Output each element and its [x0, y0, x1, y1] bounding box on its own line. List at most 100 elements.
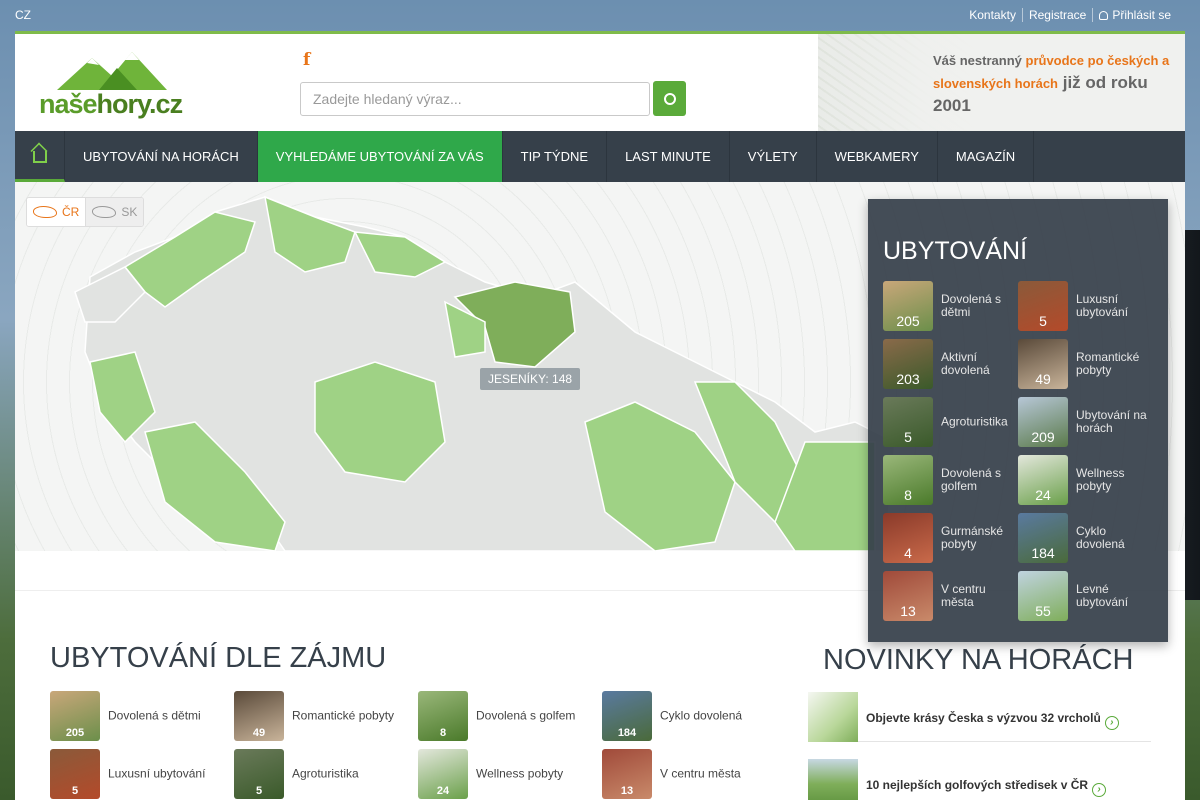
category-count: 49 [252, 727, 266, 739]
category-thumbnail: 184 [602, 691, 652, 741]
panel-category-card[interactable]: 8 Dovolená s golfem [883, 455, 1013, 505]
panel-category-card[interactable]: 24 Wellness pobyty [1018, 455, 1148, 505]
panel-category-card[interactable]: 4 Gurmánské pobyty [883, 513, 1013, 563]
category-count: 55 [1035, 603, 1051, 619]
panel-category-card[interactable]: 49 Romantické pobyty [1018, 339, 1148, 389]
facebook-icon[interactable]: f [303, 50, 310, 70]
panel-category-card[interactable]: 5 Agroturistika [883, 397, 1013, 447]
category-thumbnail: 13 [883, 571, 933, 621]
nav-last-minute[interactable]: LAST MINUTE [607, 131, 730, 182]
interest-category-card[interactable]: 24 Wellness pobyty [418, 749, 598, 799]
category-label: Agroturistika [292, 766, 359, 781]
category-count: 13 [620, 785, 634, 797]
search-icon [663, 92, 676, 105]
category-thumbnail: 4 [883, 513, 933, 563]
site-logo[interactable]: našehory.cz [39, 48, 183, 120]
top-bar: CZ Kontakty Registrace Přihlásit se [0, 0, 1200, 31]
interest-category-card[interactable]: 5 Agroturistika [234, 749, 414, 799]
category-label: Dovolená s dětmi [108, 708, 201, 723]
logo-text: našehory.cz [39, 89, 183, 119]
category-thumbnail: 184 [1018, 513, 1068, 563]
nav-trips[interactable]: VÝLETY [730, 131, 817, 182]
category-label: Ubytování na horách [1076, 408, 1147, 435]
language-switch[interactable]: CZ [15, 8, 31, 22]
panel-category-card[interactable]: 13 V centru města [883, 571, 1013, 621]
category-count: 24 [436, 785, 450, 797]
category-label: Luxusní ubytování [1076, 292, 1129, 319]
category-count: 203 [896, 371, 920, 387]
category-count: 8 [904, 487, 912, 503]
panel-category-card[interactable]: 209 Ubytování na horách [1018, 397, 1148, 447]
interest-category-card[interactable]: 8 Dovolená s golfem [418, 691, 598, 741]
category-count: 5 [255, 785, 263, 797]
category-count: 4 [904, 545, 912, 561]
interest-category-card[interactable]: 49 Romantické pobyty [234, 691, 414, 741]
country-toggle: ČR SK [26, 197, 145, 227]
mountain-icon [57, 52, 167, 90]
search-input[interactable]: Zadejte hledaný výraz... [300, 82, 650, 116]
category-thumbnail: 49 [1018, 339, 1068, 389]
category-thumbnail: 24 [1018, 455, 1068, 505]
panel-category-card[interactable]: 55 Levné ubytování [1018, 571, 1148, 621]
slogan: Váš nestranný průvodce po českých a slov… [933, 53, 1170, 115]
category-thumbnail: 205 [50, 691, 100, 741]
search-button[interactable] [653, 81, 686, 116]
panel-category-card[interactable]: 205 Dovolená s dětmi [883, 281, 1013, 331]
category-label: Levné ubytování [1076, 582, 1129, 609]
category-label: Gurmánské pobyty [941, 524, 1004, 551]
category-thumbnail: 209 [1018, 397, 1068, 447]
category-label: Dovolená s dětmi [941, 292, 1002, 319]
category-thumbnail: 203 [883, 339, 933, 389]
category-thumbnail: 24 [418, 749, 468, 799]
category-label: V centru města [941, 582, 986, 609]
category-count: 205 [896, 313, 920, 329]
panel-category-card[interactable]: 5 Luxusní ubytování [1018, 281, 1148, 331]
arrow-right-icon[interactable]: › [1104, 716, 1119, 730]
arrow-right-icon[interactable]: › [1092, 783, 1107, 797]
toggle-sk[interactable]: SK [85, 198, 144, 226]
interest-category-card[interactable]: 184 Cyklo dovolená [602, 691, 782, 741]
category-label: Wellness pobyty [476, 766, 564, 781]
nav-home[interactable] [15, 131, 65, 182]
category-label: Dovolená s golfem [476, 708, 576, 723]
category-label: Cyklo dovolená [1076, 524, 1125, 551]
category-count: 184 [1031, 545, 1055, 561]
news-item[interactable]: 10 nejlepších golfových středisek v ČR › [808, 759, 1151, 800]
news-thumbnail [808, 692, 858, 742]
category-label: Agroturistika [941, 414, 1008, 429]
contacts-link[interactable]: Kontakty [963, 8, 1022, 22]
news-item[interactable]: Objevte krásy Česka s výzvou 32 vrcholů › [808, 692, 1151, 742]
category-count: 13 [900, 603, 916, 619]
user-icon [1099, 11, 1109, 20]
category-count: 5 [904, 429, 912, 445]
header: našehory.cz f Zadejte hledaný výraz... V… [15, 31, 1185, 134]
news-link[interactable]: Objevte krásy Česka s výzvou 32 vrcholů [866, 711, 1101, 725]
category-thumbnail: 5 [50, 749, 100, 799]
region-tooltip: JESENÍKY: 148 [480, 368, 581, 390]
nav-webcams[interactable]: WEBKAMERY [817, 131, 938, 182]
nav-mountain-accommodation[interactable]: UBYTOVÁNÍ NA HORÁCH [65, 131, 258, 182]
category-count: 5 [71, 785, 79, 797]
toggle-cz[interactable]: ČR [27, 198, 86, 226]
category-thumbnail: 5 [1018, 281, 1068, 331]
panel-category-card[interactable]: 203 Aktivní dovolená [883, 339, 1013, 389]
nav-tip-of-week[interactable]: TIP TÝDNE [503, 131, 608, 182]
category-label: V centru města [660, 766, 741, 781]
category-thumbnail: 8 [418, 691, 468, 741]
login-link[interactable]: Přihlásit se [1092, 8, 1177, 22]
news-link[interactable]: 10 nejlepších golfových středisek v ČR [866, 778, 1088, 792]
top-links: Kontakty Registrace Přihlásit se [963, 8, 1177, 22]
register-link[interactable]: Registrace [1021, 8, 1092, 22]
interest-title: UBYTOVÁNÍ DLE ZÁJMU [50, 642, 387, 674]
slovak-outline-icon [92, 206, 117, 218]
czech-outline-icon [33, 206, 57, 218]
nav-magazine[interactable]: MAGAZÍN [938, 131, 1035, 182]
interest-category-card[interactable]: 205 Dovolená s dětmi [50, 691, 230, 741]
nav-find-accommodation[interactable]: VYHLEDÁME UBYTOVÁNÍ ZA VÁS [257, 131, 503, 182]
category-thumbnail: 49 [234, 691, 284, 741]
interest-category-card[interactable]: 5 Luxusní ubytování [50, 749, 230, 799]
category-label: Aktivní dovolená [941, 350, 990, 377]
interest-category-card[interactable]: 13 V centru města [602, 749, 782, 799]
news-thumbnail [808, 759, 858, 800]
panel-category-card[interactable]: 184 Cyklo dovolená [1018, 513, 1148, 563]
